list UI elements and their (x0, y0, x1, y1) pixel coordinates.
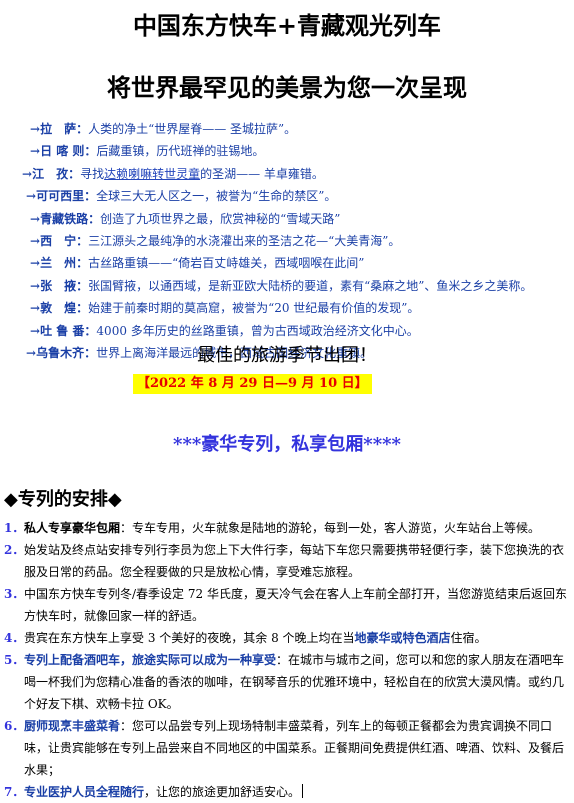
arrow-icon: → (26, 189, 37, 204)
destination-desc: 创造了九项世界之最，欣赏神秘的“雪域天路” (100, 211, 341, 226)
destination-desc: 人类的净土“世界屋脊—— 圣城拉萨”。 (88, 122, 297, 136)
arrangements-heading: ◆专列的安排◆ (4, 489, 122, 510)
destination-desc: 4000 多年历史的丝路重镇，曾为古西域政治经济文化中心。 (96, 323, 419, 338)
hotel-highlight: 地豪华或特色酒店 (354, 631, 451, 645)
destination-desc: 全球三大无人区之一，被誉为“生命的禁区”。 (96, 189, 337, 204)
destination-item: →可可西里：全球三大无人区之一，被誉为“生命的禁区”。 (26, 185, 570, 207)
item-number: 4． (4, 631, 25, 645)
list-item: 5． 专列上配备酒吧车，旅途实际可以成为一种享受：在城市与城市之间，您可以和您的家… (0, 649, 574, 715)
page-title: 中国东方快车+青藏观光列车 (132, 11, 442, 40)
destination-item: →日 喀 则：后藏重镇，历代班禅的驻锡地。 (30, 140, 570, 162)
arrow-icon: → (30, 122, 41, 136)
destination-desc: 寻找 (80, 166, 105, 181)
destination-name: 日 喀 则： (40, 144, 97, 159)
tour-dates: 【2022 年 8 月 29 日—9 月 10 日】 (133, 374, 372, 394)
item-number: 3． (4, 587, 25, 601)
item-number: 5． (4, 653, 25, 667)
arrangement-list: 1． 私人专享豪华包厢：专车专用，火车就象是陆地的游轮，每到一处，客人游览，火车站… (0, 517, 574, 803)
destination-item: →敦 煌：始建于前秦时期的莫高窟，被誉为“20 世纪最有价值的发现”。 (30, 297, 570, 319)
destination-desc: 的圣湖—— 羊卓雍错。 (200, 166, 324, 181)
destination-name: 敦 煌： (40, 301, 89, 316)
destination-name: 西 宁： (40, 233, 89, 248)
season-heading: 最佳的旅游季节出团！ (197, 345, 377, 366)
list-item: 2． 始发站及终点站安排专列行李员为您上下大件行李，每站下车您只需要携带轻便行李，… (0, 539, 574, 583)
destination-item: →兰 州：古丝路重镇——“倚岩百丈峙雄关，西域咽喉在此间” (30, 252, 570, 274)
item-number: 7． (4, 785, 25, 799)
destination-name: 拉 萨： (40, 122, 89, 136)
destination-name: 可可西里： (36, 189, 97, 204)
item-highlight: 专业医护人员全程随行 (24, 785, 145, 799)
item-highlight: 私人专享豪华包厢 (24, 521, 121, 535)
page-subtitle: 将世界最罕见的美景为您一次呈现 (107, 73, 467, 102)
destination-name: 青藏铁路： (40, 211, 101, 226)
dalai-lama-link[interactable]: 达赖喇嘛转世灵童 (104, 167, 200, 181)
item-text: 中国东方快车专列冬/春季设定 72 华氏度，夏天冷气会在客人上车前全部打开，当您… (24, 587, 567, 623)
item-text: 住宿。 (450, 631, 487, 645)
destination-item: →江 孜：寻找达赖喇嘛转世灵童的圣湖—— 羊卓雍错。 (22, 163, 570, 185)
arrow-icon: → (30, 278, 41, 293)
destination-item: →吐 鲁 番：4000 多年历史的丝路重镇，曾为古西域政治经济文化中心。 (30, 320, 570, 342)
list-item: 3． 中国东方快车专列冬/春季设定 72 华氏度，夏天冷气会在客人上车前全部打开，… (0, 583, 574, 627)
destination-item: →西 宁：三江源头之最纯净的水浇灌出来的圣洁之花—“大美青海”。 (30, 230, 570, 252)
destination-desc: 三江源头之最纯净的水浇灌出来的圣洁之花—“大美青海”。 (88, 233, 401, 248)
destination-desc: 后藏重镇，历代班禅的驻锡地。 (96, 144, 265, 159)
arrow-icon: → (30, 323, 41, 338)
arrow-icon: → (30, 233, 41, 248)
destination-name: 张 掖： (40, 278, 89, 293)
destination-desc: 张国臂掖，以通西域，是新亚欧大陆桥的要道，素有“桑麻之地”、鱼米之乡之美称。 (88, 278, 533, 293)
list-item: 6． 厨师现烹丰盛菜肴：您可以品尝专列上现场特制丰盛菜肴，列车上的每顿正餐都会为贵… (0, 715, 574, 781)
list-item: 7． 专业医护人员全程随行，让您的旅途更加舒适安心。 (0, 781, 574, 803)
destination-list: →拉 萨：人类的净土“世界屋脊—— 圣城拉萨”。 →日 喀 则：后藏重镇，历代班… (22, 118, 570, 364)
item-highlight: 专列上配备酒吧车，旅途实际可以成为一种享受 (24, 653, 277, 667)
arrow-icon: → (30, 144, 41, 159)
destination-name: 江 孜： (32, 166, 81, 181)
item-text: ：专车专用，火车就象是陆地的游轮，每到一处，客人游览，火车站台上等候。 (120, 521, 541, 535)
item-number: 2． (4, 543, 25, 557)
arrow-icon: → (22, 166, 33, 181)
arrow-icon: → (30, 256, 41, 271)
destination-desc: 古丝路重镇——“倚岩百丈峙雄关，西域咽喉在此间” (88, 256, 365, 271)
item-text: 贵宾在东方快车上享受 3 个美好的夜晚，其余 8 个晚上均在当 (24, 631, 355, 645)
item-number: 6． (4, 719, 25, 733)
list-item: 1． 私人专享豪华包厢：专车专用，火车就象是陆地的游轮，每到一处，客人游览，火车站… (0, 517, 574, 539)
item-text: ，让您的旅途更加舒适安心。 (144, 785, 301, 799)
destination-name: 吐 鲁 番： (40, 323, 97, 338)
destination-desc: 始建于前秦时期的莫高窟，被誉为“20 世纪最有价值的发现”。 (88, 301, 420, 316)
item-highlight: 厨师现烹丰盛菜肴 (24, 719, 121, 733)
item-number: 1． (4, 521, 25, 535)
luxury-heading: ***豪华专列，私享包厢**** (173, 434, 401, 455)
destination-name: 兰 州： (40, 256, 89, 271)
text-cursor (302, 784, 304, 798)
arrow-icon: → (30, 301, 41, 316)
list-item: 4． 贵宾在东方快车上享受 3 个美好的夜晚，其余 8 个晚上均在当地豪华或特色酒… (0, 627, 574, 649)
item-text: 始发站及终点站安排专列行李员为您上下大件行李，每站下车您只需要携带轻便行李，装下… (24, 543, 565, 579)
arrow-icon: → (30, 211, 41, 226)
destination-item: →青藏铁路：创造了九项世界之最，欣赏神秘的“雪域天路” (30, 208, 570, 230)
destination-item: →拉 萨：人类的净土“世界屋脊—— 圣城拉萨”。 (30, 118, 570, 140)
destination-item: →张 掖：张国臂掖，以通西域，是新亚欧大陆桥的要道，素有“桑麻之地”、鱼米之乡之… (30, 275, 570, 297)
